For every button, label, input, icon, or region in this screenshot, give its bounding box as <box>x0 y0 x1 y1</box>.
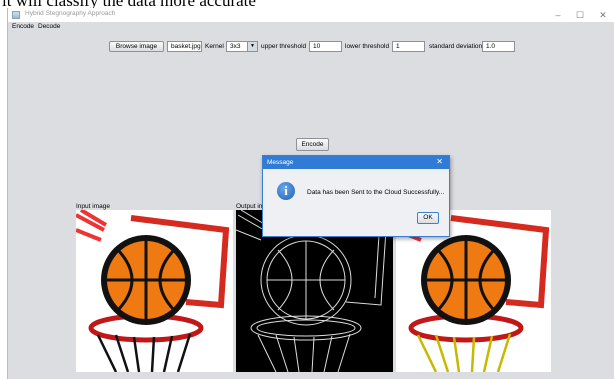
chevron-down-icon[interactable]: ▼ <box>247 42 257 51</box>
basketball-hoop-image <box>76 210 230 372</box>
upper-threshold-input[interactable]: 10 <box>309 41 342 52</box>
input-image <box>76 210 233 372</box>
minimize-button[interactable]: – <box>548 9 568 21</box>
window-title: Hybrid Stegnography Approach <box>25 10 116 17</box>
menu-bar: Encode Decode <box>8 22 614 33</box>
ok-button[interactable]: OK <box>417 212 439 224</box>
menu-encode[interactable]: Encode <box>12 23 34 30</box>
info-icon: i <box>277 182 295 200</box>
file-name-field[interactable]: basket.jpg <box>167 41 202 52</box>
message-dialog: Message ✕ i Data has been Sent to the Cl… <box>262 155 450 237</box>
app-window: Hybrid Stegnography Approach – ☐ ✕ Encod… <box>7 8 614 379</box>
lower-threshold-label: lower threshold <box>345 43 390 50</box>
kernel-select[interactable]: 3x3 ▼ <box>226 41 258 52</box>
kernel-label: Kernel <box>205 43 224 50</box>
std-deviation-label: standard deviation <box>429 43 483 50</box>
dialog-title: Message <box>267 159 294 166</box>
title-bar: Hybrid Stegnography Approach – ☐ ✕ <box>8 8 614 22</box>
dialog-close-icon[interactable]: ✕ <box>436 157 443 166</box>
app-icon <box>12 11 20 19</box>
maximize-button[interactable]: ☐ <box>570 9 590 21</box>
std-deviation-input[interactable]: 1.0 <box>482 41 515 52</box>
dialog-title-bar: Message ✕ <box>263 156 449 169</box>
input-image-label: Input image <box>76 203 110 210</box>
close-window-button[interactable]: ✕ <box>593 9 613 21</box>
lower-threshold-input[interactable]: 1 <box>392 41 425 52</box>
menu-decode[interactable]: Decode <box>38 23 60 30</box>
upper-threshold-label: upper threshold <box>261 43 307 50</box>
browse-image-button[interactable]: Browse image <box>109 41 164 52</box>
encode-button[interactable]: Encode <box>296 138 329 151</box>
kernel-select-value: 3x3 <box>230 43 241 50</box>
dialog-message: Data has been Sent to the Cloud Successf… <box>307 189 445 196</box>
